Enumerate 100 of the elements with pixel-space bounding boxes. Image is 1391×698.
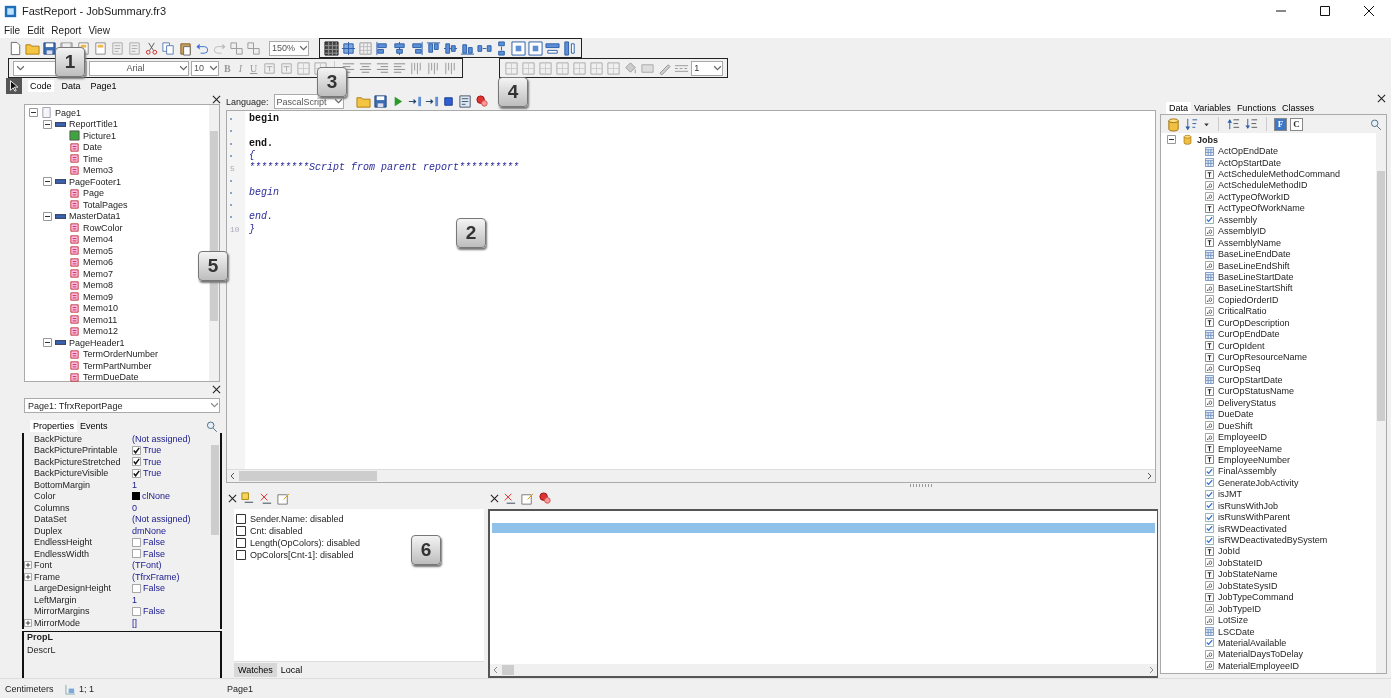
toggle-button[interactable]: F <box>1274 117 1287 131</box>
scroll-left-icon[interactable] <box>229 471 237 480</box>
inspector-tab[interactable]: Properties <box>30 420 78 432</box>
snap-icon[interactable] <box>341 40 356 56</box>
field-item[interactable]: CurOpIdent <box>1218 340 1265 351</box>
checkbox[interactable] <box>132 445 141 455</box>
scrollbar[interactable] <box>227 468 1155 482</box>
property-value[interactable]: False <box>143 583 165 594</box>
tree-item[interactable]: PageFooter1 <box>69 176 122 187</box>
close-icon[interactable] <box>212 94 221 104</box>
design-tab[interactable]: Data <box>59 80 83 92</box>
property-value[interactable]: dmNone <box>132 525 167 536</box>
line-width-dropdown[interactable]: 1 <box>691 60 724 76</box>
tree-item[interactable]: RowColor <box>83 222 123 233</box>
property-value[interactable]: False <box>143 548 165 559</box>
tree-item[interactable]: TermPartNumber <box>83 360 152 371</box>
tree-item[interactable]: Memo11 <box>83 314 118 325</box>
field-item[interactable]: CurOpEndDate <box>1218 329 1280 340</box>
watch-tab[interactable]: Watches <box>234 663 277 677</box>
scrollbar-thumb[interactable] <box>1377 171 1385 421</box>
page-icon[interactable] <box>93 40 108 56</box>
field-item[interactable]: GenerateJobActivity <box>1218 477 1299 488</box>
tree-item[interactable]: Page <box>83 188 105 199</box>
field-item[interactable]: EmployeeNumber <box>1218 454 1291 465</box>
field-item[interactable]: isRunsWithParent <box>1218 512 1291 523</box>
menu-item[interactable]: Edit <box>27 24 45 36</box>
collapse-icon[interactable] <box>43 211 52 221</box>
delete-watch-icon[interactable] <box>258 491 273 507</box>
field-item[interactable]: ActTypeOfWorkName <box>1218 203 1305 214</box>
collapse-icon[interactable] <box>43 338 52 348</box>
menu-item[interactable]: Report <box>51 24 82 36</box>
same-width-icon[interactable] <box>545 40 560 56</box>
property-value[interactable]: clNone <box>142 491 170 502</box>
field-item[interactable]: FinalAssembly <box>1218 466 1277 477</box>
move-up-icon[interactable] <box>1226 116 1241 132</box>
field-item[interactable]: JobStateID <box>1218 557 1263 568</box>
field-item[interactable]: JobStateName <box>1218 569 1278 580</box>
tree-item[interactable]: Date <box>83 142 102 153</box>
collapse-icon[interactable] <box>29 108 38 118</box>
field-item[interactable]: CurOpDescription <box>1218 317 1290 328</box>
maximize-icon[interactable] <box>1320 6 1330 16</box>
field-item[interactable]: LSCDate <box>1218 626 1255 637</box>
design-tab[interactable]: Code <box>28 80 54 92</box>
field-item[interactable]: MaterialDaysToDelay <box>1218 649 1304 660</box>
tree-item[interactable]: Memo7 <box>83 268 113 279</box>
field-item[interactable]: LotSize <box>1218 615 1249 626</box>
field-item[interactable]: BaseLineStartShift <box>1218 283 1293 294</box>
zoom-dropdown[interactable]: 150% <box>269 40 309 56</box>
tree-item[interactable]: MasterData1 <box>69 211 121 222</box>
align-middle-icon[interactable] <box>443 40 458 56</box>
font-dropdown[interactable]: Arial <box>89 60 189 76</box>
scroll-right-icon[interactable] <box>1145 471 1153 480</box>
group-icon[interactable] <box>229 40 244 56</box>
tree-item[interactable]: Memo5 <box>83 245 113 256</box>
breakpoint-icon[interactable] <box>474 94 490 110</box>
tree-item[interactable]: Memo3 <box>83 165 113 176</box>
field-item[interactable]: JobId <box>1218 546 1241 557</box>
scroll-right-icon[interactable] <box>1147 666 1155 674</box>
collapse-icon[interactable] <box>43 119 52 129</box>
field-item[interactable]: EmployeeID <box>1218 432 1268 443</box>
field-item[interactable]: ActScheduleMethodCommand <box>1218 169 1341 180</box>
data-tab[interactable]: Data <box>1166 102 1191 114</box>
close-icon[interactable] <box>228 494 237 504</box>
field-item[interactable]: CriticalRatio <box>1218 306 1267 317</box>
evaluate-icon[interactable] <box>457 94 473 110</box>
tree-item[interactable]: Memo10 <box>83 303 118 314</box>
collapse-icon[interactable] <box>1167 135 1176 145</box>
field-item[interactable]: BaseLineEndDate <box>1218 249 1291 260</box>
property-value[interactable]: (Not assigned) <box>132 514 191 525</box>
watch-item[interactable]: Sender.Name: disabled <box>250 513 344 524</box>
close-icon[interactable] <box>212 384 221 394</box>
field-item[interactable]: ActTypeOfWorkID <box>1218 191 1290 202</box>
checkbox[interactable] <box>236 549 246 560</box>
search-icon[interactable] <box>205 419 218 433</box>
field-item[interactable]: MaterialEmployeeID <box>1218 660 1300 671</box>
checkbox[interactable] <box>132 549 141 559</box>
align-left-icon[interactable] <box>375 40 390 56</box>
scroll-left-icon[interactable] <box>492 666 500 674</box>
field-item[interactable]: ActOpEndDate <box>1218 146 1279 157</box>
data-tab[interactable]: Classes <box>1278 102 1317 114</box>
tree-item[interactable]: Page1 <box>55 107 82 118</box>
watch-item[interactable]: Length(OpColors): disabled <box>250 537 361 548</box>
group-icon[interactable] <box>246 40 261 56</box>
checkbox[interactable] <box>236 525 246 536</box>
inspector-tab[interactable]: Events <box>77 420 111 432</box>
field-item[interactable]: DeliveryStatus <box>1218 397 1277 408</box>
field-item[interactable]: EmployeeName <box>1218 443 1283 454</box>
property-value[interactable]: [] <box>132 617 137 628</box>
watch-tab[interactable]: Local <box>276 663 307 677</box>
checkbox[interactable] <box>132 468 141 478</box>
splitter-handle[interactable] <box>910 484 934 488</box>
copy-icon[interactable] <box>161 40 176 56</box>
tree-item[interactable]: Memo6 <box>83 257 113 268</box>
field-item[interactable]: DueShift <box>1218 420 1253 431</box>
checkbox[interactable] <box>236 513 246 524</box>
scrollbar-thumb[interactable] <box>502 665 514 675</box>
property-value[interactable]: False <box>143 606 165 617</box>
field-item[interactable]: AssemblyID <box>1218 226 1266 237</box>
field-item[interactable]: Jobs <box>1197 134 1218 145</box>
font-size-dropdown[interactable]: 10 <box>191 60 219 76</box>
